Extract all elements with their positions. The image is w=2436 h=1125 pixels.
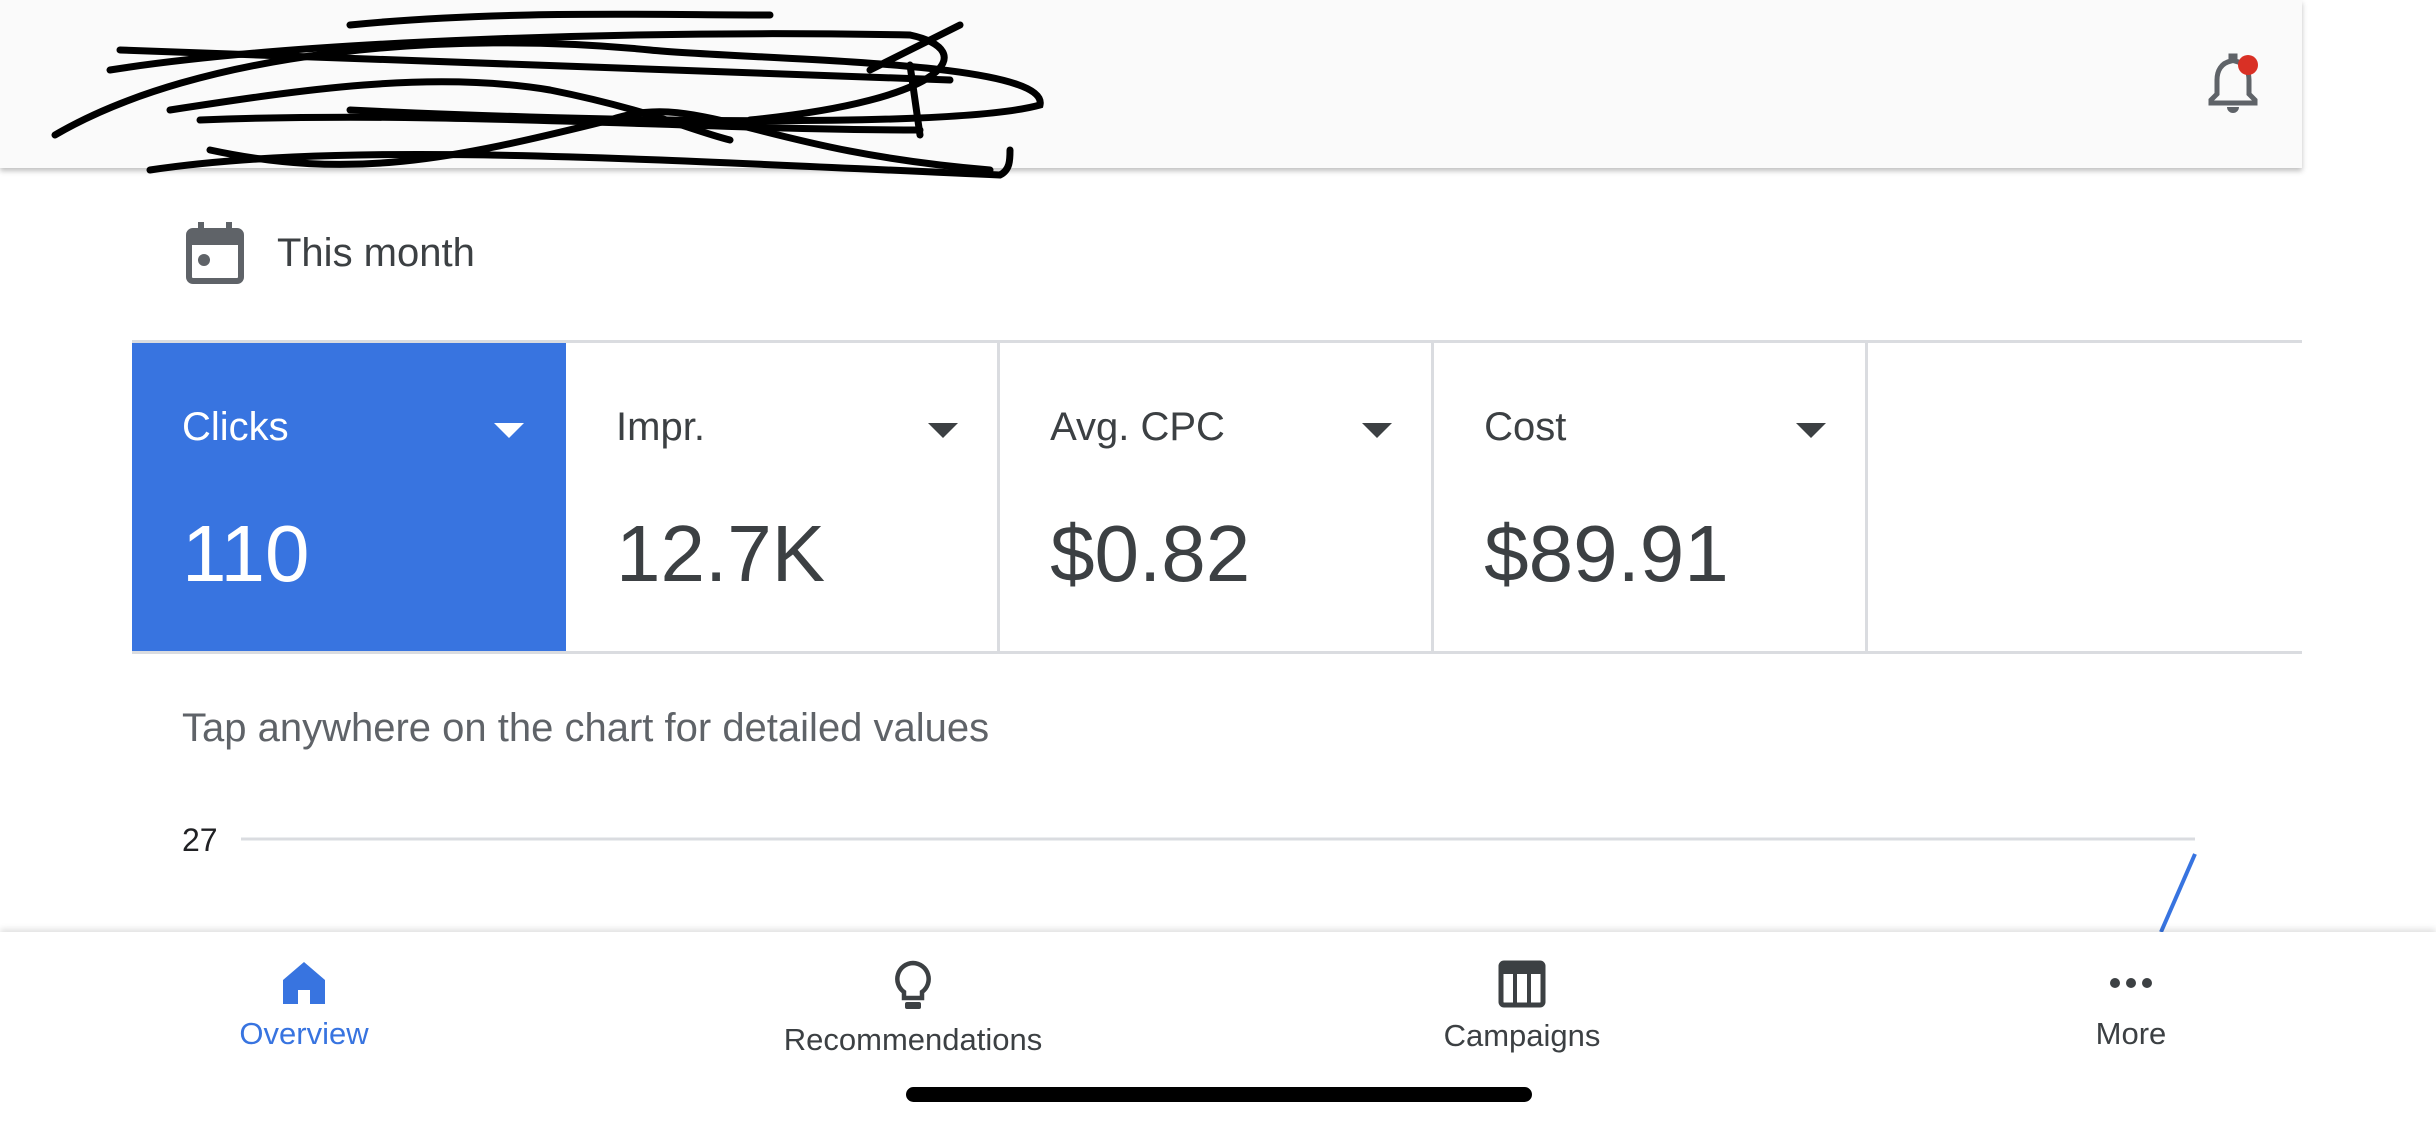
metric-card-avg-cpc[interactable]: Avg. CPC $0.82: [1000, 343, 1435, 651]
metric-card-impressions[interactable]: Impr. 12.7K: [566, 343, 1001, 651]
metric-label: Cost: [1484, 405, 1567, 449]
caret-down-icon[interactable]: [494, 423, 524, 438]
calendar-icon: [186, 222, 244, 284]
nav-overview[interactable]: Overview: [104, 960, 504, 1052]
metric-cards: Clicks 110 Impr. 12.7K Avg. CPC $0.82 Co…: [132, 340, 2302, 654]
redacted-account-name: [51, 10, 1044, 179]
metric-value: 110: [182, 509, 310, 598]
bell-icon: [2208, 53, 2258, 113]
app-header: [0, 0, 2302, 179]
metric-value: $0.82: [1050, 509, 1251, 598]
chart-hint: Tap anywhere on the chart for detailed v…: [182, 706, 990, 750]
date-range-selector[interactable]: This month: [186, 222, 475, 284]
performance-chart[interactable]: [0, 800, 2436, 940]
notifications-button[interactable]: [2205, 50, 2265, 119]
date-range-label: This month: [277, 230, 475, 275]
metric-card-cost[interactable]: Cost $89.91: [1434, 343, 1869, 651]
nav-more[interactable]: More: [1931, 960, 2331, 1052]
home-indicator[interactable]: [906, 1087, 1532, 1102]
table-icon: [1498, 960, 1546, 1008]
metric-label: Impr.: [616, 405, 705, 449]
more-horiz-icon: [2110, 978, 2152, 988]
metric-card-add[interactable]: [1868, 343, 2302, 651]
lightbulb-icon: [895, 960, 931, 1009]
metric-label: Clicks: [182, 405, 289, 449]
metric-card-clicks[interactable]: Clicks 110: [132, 343, 567, 651]
metric-value: 12.7K: [616, 509, 826, 598]
metric-value: $89.91: [1484, 509, 1729, 598]
home-icon: [283, 962, 325, 1004]
nav-recommendations[interactable]: Recommendations: [713, 960, 1113, 1058]
caret-down-icon[interactable]: [928, 423, 959, 438]
series-line: [2159, 853, 2197, 933]
caret-down-icon[interactable]: [1796, 423, 1827, 438]
nav-campaigns[interactable]: Campaigns: [1322, 960, 1722, 1054]
metric-label: Avg. CPC: [1050, 405, 1225, 449]
caret-down-icon[interactable]: [1362, 423, 1393, 438]
